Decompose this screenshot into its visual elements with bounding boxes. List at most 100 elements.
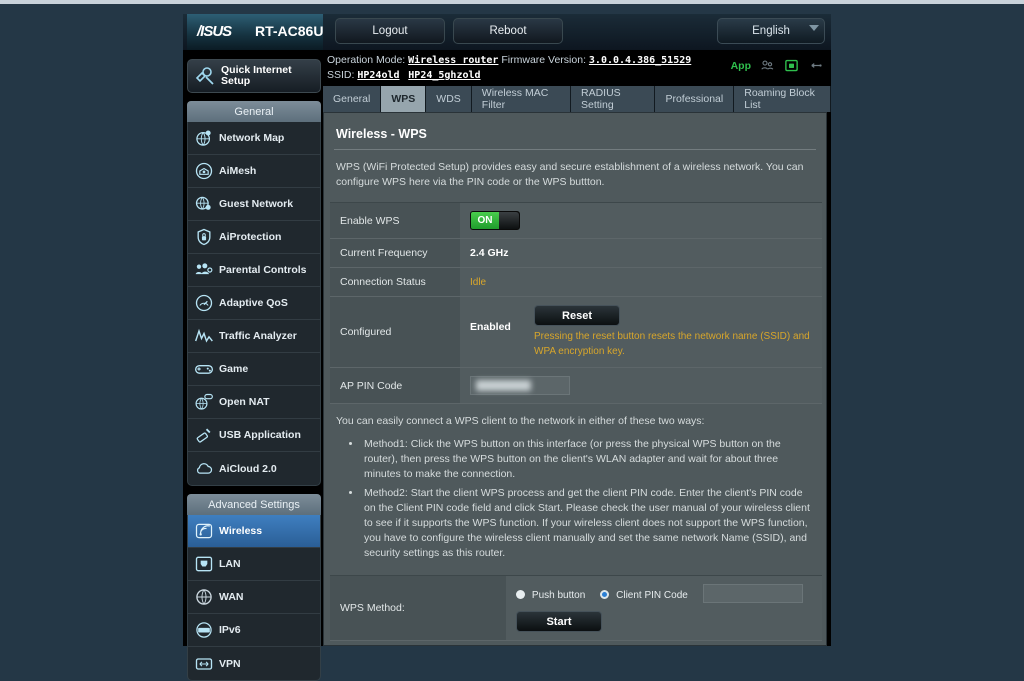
tab-radius-setting[interactable]: RADIUS Setting [570,86,656,112]
tab-professional[interactable]: Professional [655,86,735,112]
gamepad-icon [195,365,213,374]
sidebar-label: AiMesh [219,165,257,177]
sidebar-label: AiCloud 2.0 [219,462,277,475]
tab-wireless-mac-filter[interactable]: Wireless MAC Filter [471,86,571,112]
sidebar-label: WAN [219,591,244,603]
operation-mode-value[interactable]: Wireless router [408,55,498,66]
table-row: Connection Status Idle [330,267,822,297]
wps-method-label: WPS Method: [330,575,506,641]
ways-intro: You can easily connect a WPS client to t… [336,415,705,427]
enable-wps-toggle[interactable]: ON [470,211,520,230]
sidebar-label: Wireless [219,525,263,537]
ap-pin-code-input[interactable] [470,376,570,395]
table-row: AP PIN Code [330,367,822,404]
tab-general[interactable]: General [323,86,382,112]
ap-pin-code-cell [460,367,822,404]
sidebar-item-adaptive-qos[interactable]: Adaptive QoS [188,287,320,320]
wps-method-options: Push button Client PIN Code [516,584,812,603]
gauge-icon [195,294,213,312]
methods-list: Method1: Click the WPS button on this in… [362,437,814,561]
usb-icon [196,428,211,443]
wan-globe-icon [196,589,212,605]
traffic-analyzer-icon [194,328,213,343]
usb-device-icon[interactable] [784,58,799,73]
sidebar-item-parental-controls[interactable]: Parental Controls [188,254,320,287]
tab-wps[interactable]: WPS [381,86,427,112]
configured-value: Enabled [470,321,511,333]
firmware-version-value[interactable]: 3.0.0.4.386_51529 [589,55,691,66]
language-select[interactable]: English [717,18,825,44]
router-admin-app: /ISUS RT-AC86U Logout Reboot English Ope… [183,14,831,681]
sidebar-label: Adaptive QoS [219,297,288,309]
vpn-icon [195,657,213,670]
sidebar-item-usb-application[interactable]: USB Application [188,419,320,452]
connection-methods-block: You can easily connect a WPS client to t… [324,404,826,567]
reset-button[interactable]: Reset [534,305,620,326]
client-pin-input[interactable] [702,584,803,603]
toggle-state-label: ON [471,212,499,229]
page-title: Wireless - WPS [336,127,427,141]
tab-roaming-block-list[interactable]: Roaming Block List [734,86,831,112]
sidebar-label: USB Application [219,429,301,441]
tab-wds[interactable]: WDS [426,86,472,112]
sidebar-item-quick-internet-setup[interactable]: Quick Internet Setup [187,59,321,93]
ssid-5ghz-value[interactable]: HP24_5ghzold [408,70,480,81]
reboot-button[interactable]: Reboot [453,18,563,44]
sidebar-label: Network Map [219,132,285,144]
sidebar-item-traffic-analyzer[interactable]: Traffic Analyzer [188,320,320,353]
table-row: Configured Enabled Reset Pressing the re… [330,296,822,368]
redacted-value-overlay [476,380,531,391]
language-value: English [752,25,790,37]
clients-icon[interactable] [760,58,775,73]
usb-port-icon[interactable] [808,58,823,73]
table-row: WPS Method: Push button Client PIN Code … [330,575,822,641]
start-button[interactable]: Start [516,611,602,632]
current-frequency-value: 2.4 GHz [470,247,509,259]
sidebar: Quick Internet Setup General Network Map … [187,54,321,681]
app-link[interactable]: App [731,60,751,72]
sidebar-label: IPv6 [219,624,241,636]
enable-wps-cell: ON [460,202,822,239]
sidebar-item-lan[interactable]: LAN [188,548,320,581]
window-top-strip [0,0,1024,4]
sidebar-item-wan[interactable]: WAN [188,581,320,614]
current-frequency-cell: 2.4 GHz [460,238,822,268]
sidebar-item-wireless[interactable]: Wireless [188,515,320,548]
sidebar-item-guest-network[interactable]: Guest Network [188,188,320,221]
list-item: Method1: Click the WPS button on this in… [362,437,814,482]
operation-mode-label: Operation Mode: [327,54,406,66]
shield-icon [197,228,211,246]
wireless-icon [195,523,213,539]
client-pin-radio[interactable] [600,590,610,599]
sidebar-item-aicloud[interactable]: AiCloud 2.0 [188,452,320,485]
network-map-icon [196,130,211,146]
quick-setup-icon [195,67,214,85]
sidebar-label: Traffic Analyzer [219,330,297,342]
settings-tab-bar: General WPS WDS Wireless MAC Filter RADI… [323,86,831,112]
list-item: Method2: Start the client WPS process an… [362,486,814,561]
sidebar-item-ipv6[interactable]: IPv6 [188,614,320,647]
sidebar-label: VPN [219,657,241,670]
sidebar-item-vpn[interactable]: VPN [188,647,320,680]
table-row: Enable WPS ON [330,202,822,239]
connection-status-label: Connection Status [330,267,460,297]
sidebar-item-aiprotection[interactable]: AiProtection [188,221,320,254]
logout-button[interactable]: Logout [335,18,445,44]
top-bar: /ISUS RT-AC86U Logout Reboot English [183,14,831,50]
ssid-2ghz-value[interactable]: HP24old [357,70,399,81]
firmware-label: Firmware Version: [501,54,586,66]
sidebar-item-network-map[interactable]: Network Map [188,122,320,155]
sidebar-item-game[interactable]: Game [188,353,320,386]
asus-logo: /ISUS [197,23,232,40]
sidebar-general-menu: Network Map AiMesh Guest Network AiProte… [187,122,321,486]
configured-label: Configured [330,296,460,368]
sidebar-section-general: General [187,101,321,122]
push-button-radio[interactable] [516,590,525,599]
sidebar-item-open-nat[interactable]: Open NAT [188,386,320,419]
router-model-label: RT-AC86U [255,23,324,39]
sidebar-advanced-menu: Wireless LAN WAN IPv6 VPN [187,515,321,681]
sidebar-label: Guest Network [219,198,294,210]
parental-controls-icon [195,263,213,275]
wps-method-cell: Push button Client PIN Code Start [506,575,822,641]
sidebar-item-aimesh[interactable]: AiMesh [188,155,320,188]
